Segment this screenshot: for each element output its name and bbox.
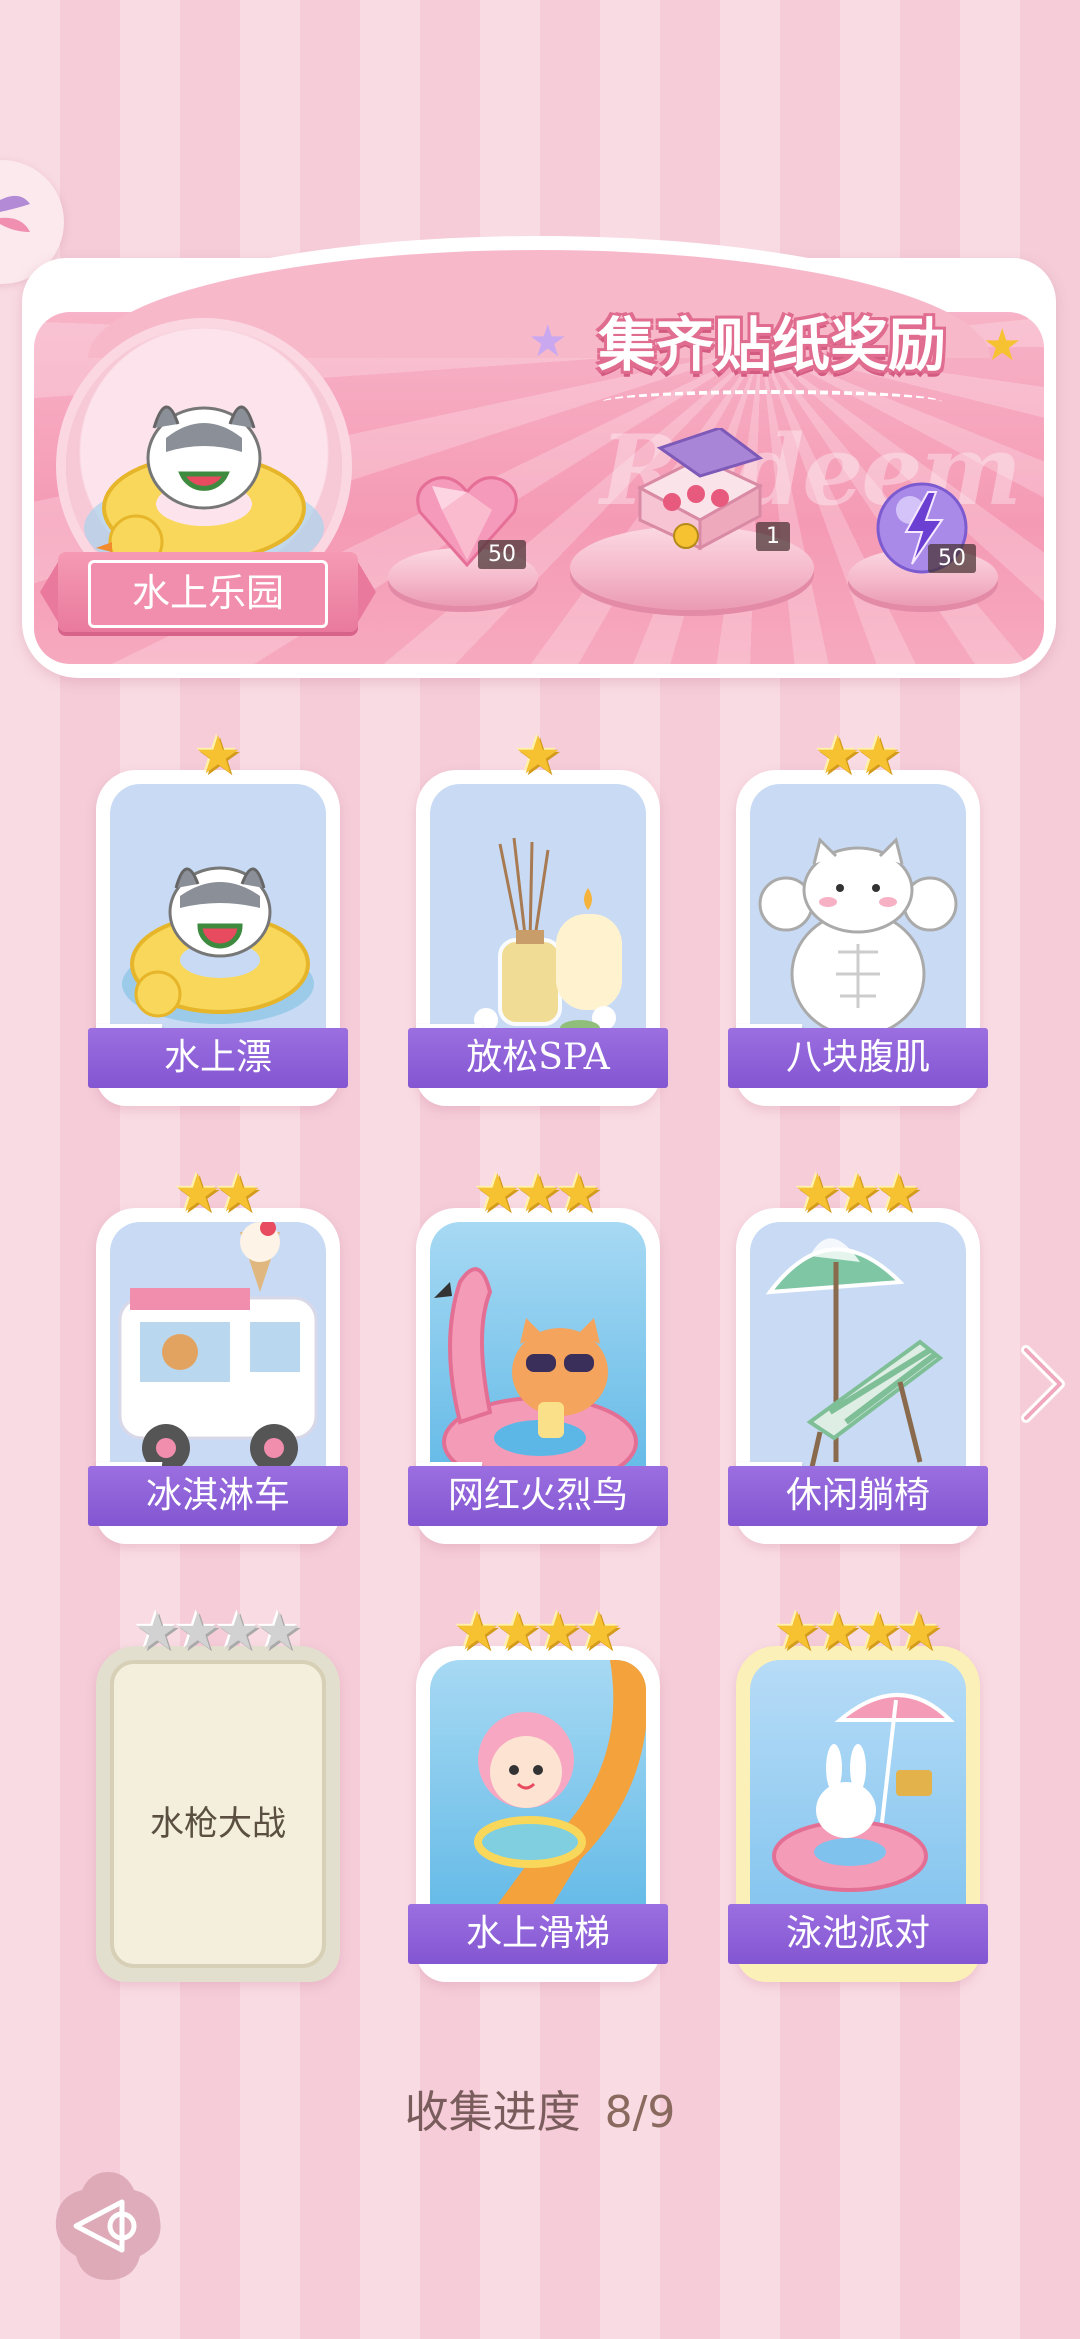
next-page-arrow[interactable] bbox=[1018, 1344, 1068, 1424]
card-name: 网红火烈鸟 bbox=[408, 1466, 668, 1526]
back-button[interactable] bbox=[50, 2168, 166, 2284]
card-name: 冰淇淋车 bbox=[88, 1466, 348, 1526]
star-icon: ★ bbox=[494, 1602, 541, 1662]
star-icon: ★ bbox=[834, 1164, 882, 1224]
theme-name: 水上乐园 bbox=[88, 560, 328, 628]
purple-star-icon: ★ bbox=[528, 316, 568, 367]
progress-label: 收集进度 bbox=[404, 2087, 581, 2138]
star-rating: ★ bbox=[416, 730, 660, 782]
star-icon: ★ bbox=[133, 1602, 181, 1662]
star-icon: ★ bbox=[174, 1602, 221, 1662]
theme-ribbon: 水上乐园 bbox=[40, 552, 376, 632]
star-rating: ★ bbox=[96, 730, 340, 782]
card-name: 放松SPA bbox=[408, 1028, 668, 1088]
star-rating: ★★★★ bbox=[416, 1606, 660, 1658]
gold-star-icon: ★ bbox=[982, 320, 1022, 371]
star-icon: ★ bbox=[875, 1164, 922, 1224]
sticker-card-4[interactable]: ★★ +3 冰淇淋车 bbox=[88, 1168, 348, 1544]
back-arrow-icon bbox=[55, 2172, 161, 2280]
star-icon: ★ bbox=[514, 726, 562, 786]
sticker-card-3[interactable]: ★★ +5 八块腹肌 bbox=[728, 730, 988, 1106]
sticker-card-8[interactable]: ★★★★ 水上滑梯 bbox=[408, 1606, 668, 1982]
star-icon: ★ bbox=[555, 1164, 602, 1224]
star-icon: ★ bbox=[255, 1602, 303, 1662]
star-rating: ★★ bbox=[736, 730, 980, 782]
star-icon: ★ bbox=[474, 1164, 521, 1224]
star-icon: ★ bbox=[773, 1602, 821, 1662]
star-rating: ★★★★ bbox=[736, 1606, 980, 1658]
sticker-card-9[interactable]: ★★★★ 泳池派对 bbox=[728, 1606, 988, 1982]
star-icon: ★ bbox=[535, 1602, 582, 1662]
card-name: 休闲躺椅 bbox=[728, 1466, 988, 1526]
star-rating: ★★★★ bbox=[96, 1606, 340, 1658]
chevron-right-icon bbox=[1021, 1345, 1065, 1423]
lightning-orb-icon[interactable]: 50 bbox=[872, 478, 976, 582]
star-icon: ★ bbox=[215, 1164, 262, 1224]
girl-water-slide-icon bbox=[470, 1660, 646, 1942]
star-rating: ★★ bbox=[96, 1168, 340, 1220]
star-icon: ★ bbox=[814, 1602, 861, 1662]
star-icon: ★ bbox=[575, 1602, 623, 1662]
star-icon: ★ bbox=[895, 1602, 943, 1662]
star-icon: ★ bbox=[514, 1164, 562, 1224]
star-icon: ★ bbox=[174, 1164, 221, 1224]
sticker-card-1[interactable]: ★ +9 水上漂 bbox=[88, 730, 348, 1106]
progress-value: 8/9 bbox=[604, 2087, 676, 2138]
star-icon: ★ bbox=[215, 1602, 262, 1662]
sticker-card-5[interactable]: ★★★ +4 网红火烈鸟 bbox=[408, 1168, 668, 1544]
card-name: 水上漂 bbox=[88, 1028, 348, 1088]
collection-progress: 收集进度 8/9 bbox=[0, 2076, 1080, 2140]
card-name: 水枪大战 bbox=[150, 1804, 286, 1844]
sticker-card-2[interactable]: ★ +1 放松SPA bbox=[408, 730, 668, 1106]
star-icon: ★ bbox=[453, 1602, 501, 1662]
gift-box-icon[interactable]: 1 bbox=[620, 426, 790, 562]
sticker-card-7-locked[interactable]: 水枪大战 ★★★★ bbox=[96, 1606, 340, 1982]
pink-heart-gem-icon[interactable]: 50 bbox=[412, 470, 526, 574]
card-name: 八块腹肌 bbox=[728, 1028, 988, 1088]
card-name: 水上滑梯 bbox=[408, 1904, 668, 1964]
star-rating: ★★★ bbox=[416, 1168, 660, 1220]
petal-icon bbox=[0, 195, 30, 232]
star-icon: ★ bbox=[855, 726, 902, 786]
star-icon: ★ bbox=[814, 726, 861, 786]
card-name: 泳池派对 bbox=[728, 1904, 988, 1964]
bunny-pool-party-icon bbox=[772, 1693, 955, 1892]
star-icon: ★ bbox=[794, 1164, 841, 1224]
sticker-card-6[interactable]: ★★★ +5 休闲躺椅 bbox=[728, 1168, 988, 1544]
star-rating: ★★★ bbox=[736, 1168, 980, 1220]
star-icon: ★ bbox=[194, 726, 242, 786]
star-icon: ★ bbox=[855, 1602, 902, 1662]
banner-title: ★ 集齐贴纸奖励 ★ bbox=[528, 298, 1022, 398]
